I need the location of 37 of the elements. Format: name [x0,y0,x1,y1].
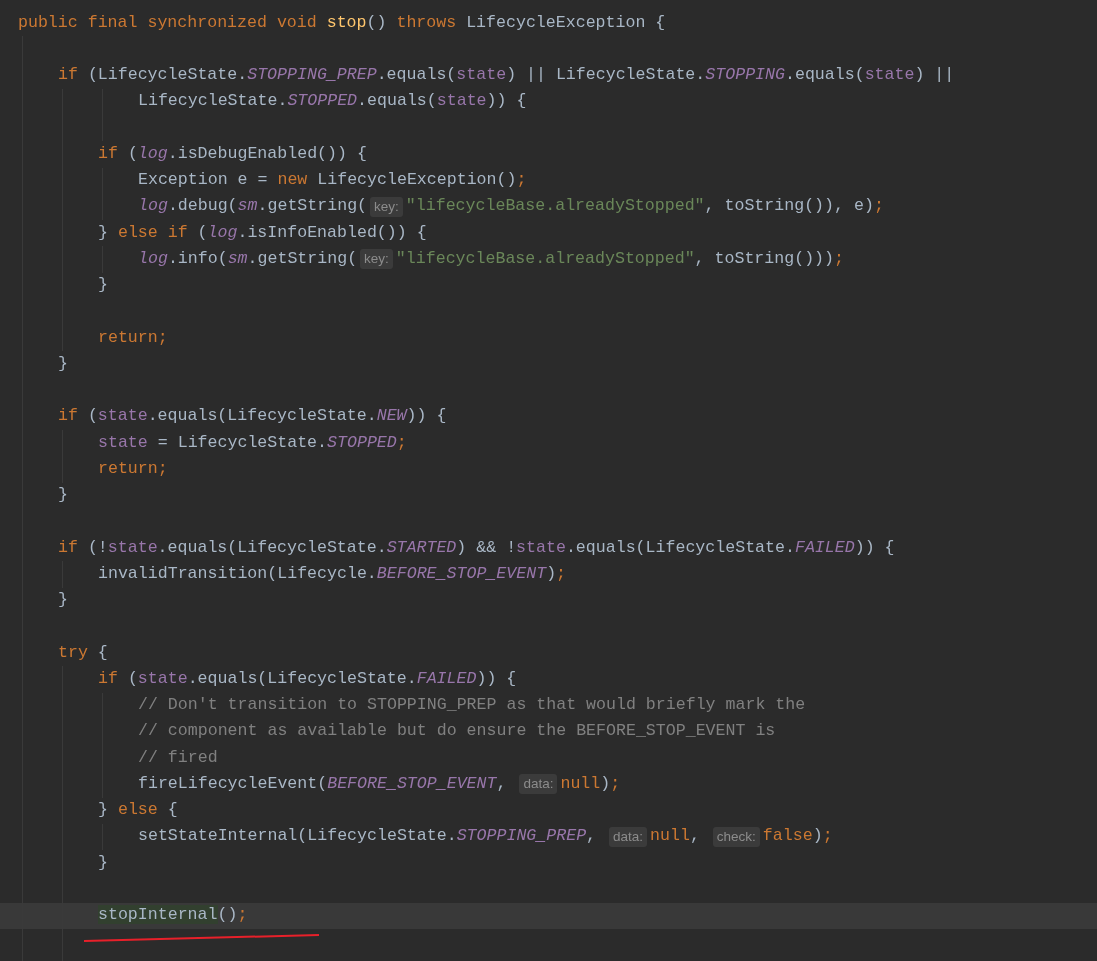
code-text: false); [762,825,833,848]
code-text: // fired [138,746,218,769]
code-text: if (state.equals(LifecycleState.NEW)) { [58,405,447,428]
code-text: if (state.equals(LifecycleState.FAILED)) { [98,667,517,690]
code-text: } else { [98,799,178,822]
code-text: log.debug(sm.getString( [138,195,368,218]
code-text: } [98,274,108,297]
code-text: } [58,484,68,507]
code-text: "lifecycleBase.alreadyStopped", toString())); [395,247,844,270]
parameter-hint: data: [519,774,558,795]
code-text: null, [650,825,701,848]
parameter-hint: data: [609,826,648,847]
code-text: Exception e = new LifecycleException(); [138,169,527,192]
code-text: null); [560,772,621,795]
code-text: } [58,352,68,375]
code-text: invalidTransition(Lifecycle.BEFORE_STOP_EVENT); [98,562,567,585]
code-text: // Don't transition to STOPPING_PREP as that would briefly mark the [138,694,806,717]
code-text: } else if (log.isInfoEnabled()) { [98,221,427,244]
code-text: // component as available but do ensure the BEFORE_STOP_EVENT is [138,720,776,743]
code-text: if (LifecycleState.STOPPING_PREP.equals(state) || LifecycleState.STOPPING.equals(state) || [58,64,955,87]
code-text: return; [98,457,168,480]
code-text: if (!state.equals(LifecycleState.STARTED) && !state.equals(LifecycleState.FAILED)) { [58,536,895,559]
parameter-hint: key: [370,196,403,217]
code-text: public final synchronized void stop() throws LifecycleException { [18,11,666,34]
code-text: state = LifecycleState.STOPPED; [98,431,407,454]
code-text: } [98,851,108,874]
code-text: LifecycleState.STOPPED.equals(state)) { [138,90,527,113]
parameter-hint: check: [712,826,760,847]
code-text: setStateInternal(LifecycleState.STOPPING_PREP, [138,825,598,848]
code-text: try { [58,641,108,664]
parameter-hint: key: [360,249,393,270]
code-text: "lifecycleBase.alreadyStopped", toString()), e); [405,195,884,218]
code-text: return; [98,326,168,349]
code-text: if (log.isDebugEnabled()) { [98,142,367,165]
code-text: log.info(sm.getString( [138,247,358,270]
code-text: } [58,589,68,612]
code-text: fireLifecycleEvent(BEFORE_STOP_EVENT, [138,772,508,795]
